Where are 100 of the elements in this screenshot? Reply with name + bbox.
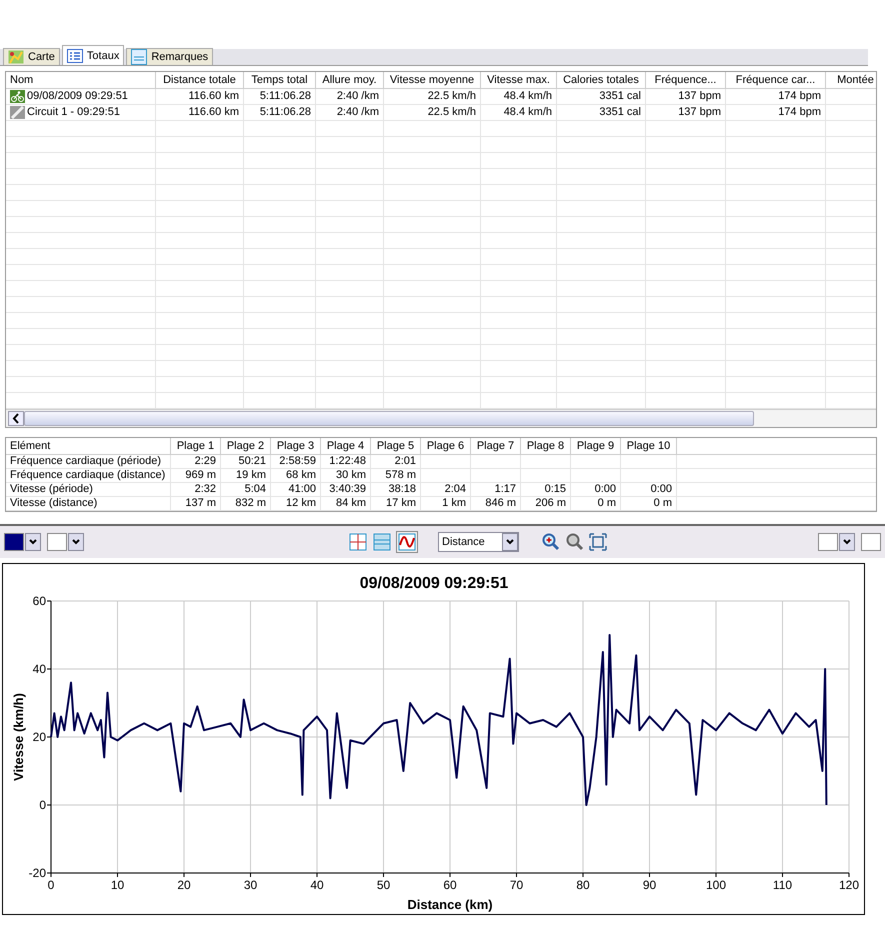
column-header[interactable]: Fréquence... [646, 72, 726, 88]
column-header[interactable]: Allure moy. [316, 72, 384, 88]
table-cell: 09/08/2009 09:29:51 [27, 89, 128, 104]
x-tick-label: 10 [110, 878, 124, 892]
x-tick-label: 110 [772, 878, 792, 892]
table-cell: 0 m [598, 497, 616, 510]
table-cell: 0:00 [594, 483, 616, 496]
table-cell: 17 km [386, 497, 416, 510]
table-cell: Vitesse (période) [10, 483, 93, 496]
dropdown[interactable] [818, 533, 855, 551]
table-cell: 2:40 /km [336, 89, 379, 104]
table-cell: 3351 cal [599, 105, 641, 120]
column-header[interactable]: Elément [6, 438, 171, 454]
curve-icon[interactable] [396, 531, 418, 553]
column-header[interactable]: Montée [826, 72, 876, 88]
table-cell: 2:40 /km [336, 105, 379, 120]
x-tick-label: 80 [576, 878, 590, 892]
x-axis-dropdown[interactable]: Distance [438, 532, 519, 552]
table-cell: 969 m [185, 469, 216, 482]
table-cell: 68 km [286, 469, 316, 482]
fit-icon[interactable] [589, 533, 607, 551]
table-cell: 116.60 km [188, 105, 239, 120]
table-cell: 19 km [236, 469, 266, 482]
x-tick-label: 70 [510, 878, 524, 892]
table-cell: 137 bpm [678, 89, 721, 104]
x-tick-label: 90 [642, 878, 656, 892]
y-tick-label: -20 [28, 866, 46, 880]
notes-icon [131, 49, 148, 65]
bicycle-icon [10, 90, 25, 103]
x-tick-label: 60 [443, 878, 457, 892]
table-cell: 2:01 [394, 455, 416, 468]
zoom-in-icon[interactable] [541, 532, 561, 552]
line-color-dropdown[interactable] [4, 533, 41, 551]
y-axis-title: Vitesse (km/h) [11, 693, 26, 781]
table-cell: Vitesse (distance) [10, 497, 98, 510]
table-cell: 5:11:06.28 [260, 105, 311, 120]
table-cell: 84 km [336, 497, 366, 510]
table-cell: 38:18 [388, 483, 416, 496]
chart-title: 09/08/2009 09:29:51 [360, 575, 508, 592]
column-header[interactable]: Calories totales [557, 72, 646, 88]
table-cell: 2:58:59 [279, 455, 316, 468]
x-axis-title: Distance (km) [407, 897, 493, 912]
column-header[interactable]: Fréquence car... [726, 72, 826, 88]
table-cell: 3351 cal [599, 89, 641, 104]
column-header[interactable]: Vitesse max. [481, 72, 557, 88]
x-tick-label: 20 [177, 878, 191, 892]
column-header[interactable]: Plage 7 [471, 438, 521, 454]
x-tick-label: 30 [244, 878, 258, 892]
column-header[interactable]: Plage 4 [321, 438, 371, 454]
horizontal-scrollbar[interactable] [6, 409, 876, 427]
table-cell: 50:21 [238, 455, 266, 468]
y-tick-label: 60 [32, 594, 46, 608]
table-cell: 846 m [485, 497, 516, 510]
column-header[interactable]: Plage 2 [221, 438, 271, 454]
table-cell: 48.4 km/h [504, 89, 552, 104]
column-header[interactable]: Plage 6 [421, 438, 471, 454]
bands-icon[interactable] [372, 532, 392, 552]
table-cell: 1:17 [494, 483, 516, 496]
x-tick-label: 0 [48, 878, 54, 892]
tab[interactable]: Totaux [62, 45, 124, 65]
table-cell: 30 km [336, 469, 366, 482]
column-header[interactable]: Plage 3 [271, 438, 321, 454]
table-cell: 116.60 km [188, 89, 239, 104]
table-cell: 22.5 km/h [428, 89, 476, 104]
map-icon [8, 50, 24, 64]
table-cell: 0:00 [650, 483, 672, 496]
x-tick-label: 120 [838, 878, 860, 892]
column-header[interactable]: Vitesse moyenne [384, 72, 481, 88]
table-cell: Circuit 1 - 09:29:51 [27, 105, 120, 120]
column-header[interactable]: Distance totale [156, 72, 244, 88]
column-header[interactable]: Plage 10 [621, 438, 677, 454]
list-icon [66, 48, 83, 62]
table-cell: 137 m [185, 497, 216, 510]
table-cell: 5:04 [244, 483, 266, 496]
crosshair-icon[interactable] [348, 532, 368, 552]
caret-icon [502, 533, 518, 551]
zoom-out-icon[interactable] [565, 532, 585, 552]
table-cell: 137 bpm [678, 105, 721, 120]
scrollbar-thumb[interactable] [24, 411, 754, 426]
table-cell: 174 bpm [778, 105, 821, 120]
column-header[interactable]: Plage 5 [371, 438, 421, 454]
tab[interactable]: Carte [3, 48, 60, 65]
tab[interactable]: Remarques [126, 48, 214, 65]
column-header[interactable]: Plage 9 [571, 438, 621, 454]
table-cell: 12 km [286, 497, 316, 510]
table-cell: 1 km [442, 497, 466, 510]
table-cell: 1:22:48 [329, 455, 366, 468]
color-dropdown[interactable] [47, 533, 84, 551]
table-cell: 174 bpm [778, 89, 821, 104]
column-header[interactable]: Plage 8 [521, 438, 571, 454]
column-header[interactable]: Nom [6, 72, 156, 88]
table-cell: Fréquence cardiaque (distance) [10, 469, 166, 482]
column-header[interactable]: Temps total [244, 72, 316, 88]
table-cell: Fréquence cardiaque (période) [10, 455, 162, 468]
y-tick-label: 0 [39, 798, 46, 812]
column-header[interactable]: Plage 1 [171, 438, 221, 454]
y-tick-label: 20 [32, 730, 46, 744]
table-cell: 2:04 [444, 483, 466, 496]
scroll-left-icon[interactable] [8, 411, 24, 426]
table-cell: 5:11:06.28 [260, 89, 311, 104]
